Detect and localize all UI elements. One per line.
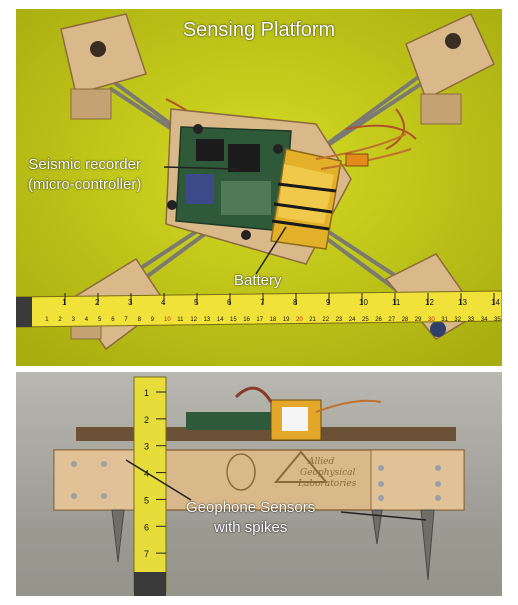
geophone-label-line1: Geophone Sensors xyxy=(186,499,316,516)
ruler-inch-label: 5 xyxy=(194,298,199,307)
battery-callout: Battery xyxy=(234,272,282,289)
geophone-label-line2: with spikes xyxy=(213,519,288,536)
ruler-cm-label: 28 xyxy=(402,317,409,323)
ruler-cm-label: 14 xyxy=(217,317,224,323)
ruler-inch-label: 9 xyxy=(326,298,331,307)
ruler-cm-label: 23 xyxy=(336,317,343,323)
microcontroller-board xyxy=(167,124,292,240)
tape-inch-label: 3 xyxy=(144,442,149,452)
ruler-cm-label: 25 xyxy=(362,317,369,323)
tape-inch-label: 6 xyxy=(144,522,149,532)
ruler-cm-label: 15 xyxy=(230,317,237,323)
ruler-inch-label: 6 xyxy=(227,298,232,307)
top-photo-sensing-platform: 1 2 3 4 5 6 7 8 9 10 11 12 13 14 1 2 3 4 5 6 7 8 9 10 11 12 13 14 15… xyxy=(16,9,502,366)
ruler-cm-label: 16 xyxy=(243,317,250,323)
ruler-cm-label: 35 xyxy=(494,317,501,323)
tape-inch-label: 1 xyxy=(144,388,149,398)
photo-title: Sensing Platform xyxy=(182,19,336,41)
ruler-cm-label: 33 xyxy=(468,317,475,323)
ruler-inch-label: 12 xyxy=(425,298,434,307)
ruler-inch-label: 8 xyxy=(293,298,298,307)
ruler-inch-label: 13 xyxy=(458,298,467,307)
ruler-cm-label: 30 xyxy=(428,317,435,323)
ruler-cm-label: 27 xyxy=(388,317,395,323)
ruler-cm-label: 24 xyxy=(349,317,356,323)
ruler-cm-label: 34 xyxy=(481,317,488,323)
ruler-cm-label: 32 xyxy=(454,317,461,323)
ruler-cm-label: 20 xyxy=(296,317,303,323)
tape-inch-label: 2 xyxy=(144,415,149,425)
ruler-cm-label: 31 xyxy=(441,317,448,323)
ruler-inch-label: 10 xyxy=(359,298,368,307)
bottom-photo-side-view: Allied Geophysical Laboratories 1234567 … xyxy=(16,372,502,596)
ruler-inch-label: 14 xyxy=(491,298,500,307)
ruler-cm-label: 19 xyxy=(283,317,290,323)
engraving-line-3: Laboratories xyxy=(297,479,357,489)
tape-inch-label: 7 xyxy=(144,549,149,559)
ruler-cm-label: 18 xyxy=(270,317,277,323)
seismic-recorder-label-line2: (micro-controller) xyxy=(28,176,142,193)
ruler-cm-label: 26 xyxy=(375,317,382,323)
ruler-cm-label: 22 xyxy=(322,317,329,323)
ruler-inch-label: 1 xyxy=(62,298,67,307)
seismic-recorder-callout: Seismic recorder (micro-controller) xyxy=(28,155,141,195)
bottom-photo-illustration: Allied Geophysical Laboratories 1234567 xyxy=(16,372,502,596)
ruler-cm-label: 12 xyxy=(190,317,197,323)
ruler-inch-label: 2 xyxy=(95,298,100,307)
engraving-line-2: Geophysical xyxy=(300,468,355,478)
ruler-inch-label: 11 xyxy=(392,298,401,307)
ruler-cm-label: 11 xyxy=(177,317,184,323)
geophone-callout: Geophone Sensors with spikes xyxy=(186,498,315,538)
ruler-cm-label: 17 xyxy=(256,317,263,323)
ruler-cm-label: 29 xyxy=(415,317,422,323)
ruler-cm-label: 10 xyxy=(164,317,171,323)
measuring-tape-vertical: 1234567 xyxy=(133,376,167,596)
tape-inch-label: 5 xyxy=(144,495,149,505)
seismic-recorder-label-line1: Seismic recorder xyxy=(28,156,141,173)
engraving-line-1: Allied xyxy=(307,457,334,467)
ruler-inch-label: 7 xyxy=(260,298,265,307)
ruler-inch-label: 3 xyxy=(128,298,133,307)
ruler-inch-label: 4 xyxy=(161,298,166,307)
ruler-cm-label: 13 xyxy=(204,317,211,323)
ruler-cm-label: 21 xyxy=(309,317,316,323)
measuring-tape-top: 1 2 3 4 5 6 7 8 9 10 11 12 13 141 2 3 4 5 6 7 8 9 10 11 12 13 14 15… xyxy=(16,290,502,328)
